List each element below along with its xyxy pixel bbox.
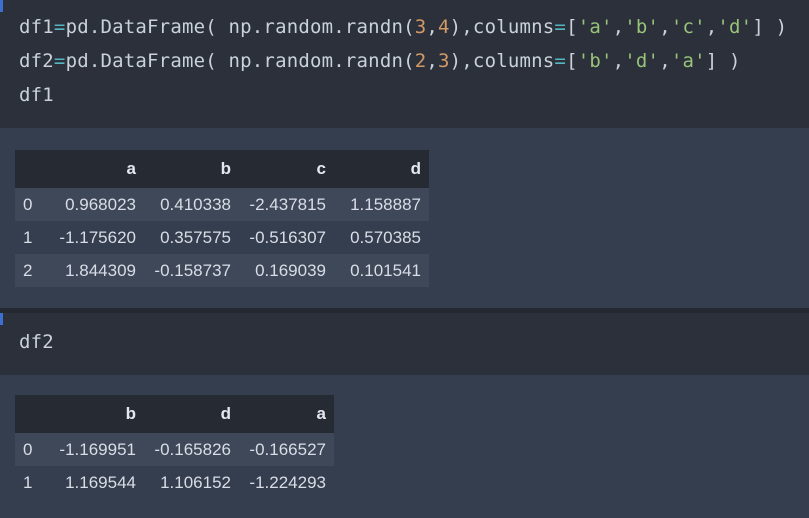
code-cell-1[interactable]: df1=pd.DataFrame( np.random.randn(3,4),c… — [0, 0, 809, 128]
row-index: 1 — [15, 221, 49, 254]
code-token: 'c' — [670, 16, 706, 38]
code-token: df1 — [19, 84, 54, 106]
table-header-row: b d a — [15, 395, 334, 433]
column-header: a — [239, 395, 334, 433]
table-cell: -1.224293 — [239, 466, 334, 499]
code-token: df1 — [19, 16, 54, 38]
row-index: 1 — [15, 466, 49, 499]
code-token: 2 — [414, 50, 427, 72]
code-cell-2[interactable]: df2 — [0, 313, 809, 375]
table-cell: 0.357575 — [144, 221, 239, 254]
code-token: , — [659, 16, 671, 38]
column-header — [15, 395, 49, 433]
column-header: a — [49, 150, 144, 188]
dataframe-table-df1: a b c d 0 0.968023 0.410338 -2.437815 1.… — [15, 150, 429, 287]
output-area-2: b d a 0 -1.169951 -0.165826 -0.166527 1 … — [0, 375, 809, 518]
code-token: 'd' — [624, 50, 660, 72]
code-token: pd.DataFrame( np.random.randn( — [65, 50, 415, 72]
code-token: , — [426, 50, 439, 72]
table-cell: -1.169951 — [49, 433, 144, 466]
code-token: = — [554, 16, 567, 38]
code-token: 'b' — [577, 50, 613, 72]
code-token: , — [612, 50, 625, 72]
code-token: = — [53, 50, 66, 72]
code-token: df2 — [19, 331, 54, 353]
code-token: 'b' — [624, 16, 660, 38]
code-token: [ — [566, 16, 578, 38]
column-header: c — [239, 150, 334, 188]
code-token: , — [705, 16, 718, 38]
code-token: = — [53, 16, 66, 38]
code-token: 3 — [414, 16, 427, 38]
code-line[interactable]: df1=pd.DataFrame( np.random.randn(3,4),c… — [19, 18, 787, 37]
code-token: 'a' — [577, 16, 613, 38]
code-token: ),columns — [449, 16, 555, 38]
code-token: ] ) — [752, 16, 788, 38]
table-cell: 1.844309 — [49, 254, 144, 287]
table-row: 2 1.844309 -0.158737 0.169039 0.101541 — [15, 254, 429, 287]
cell-edge-marker — [0, 0, 3, 12]
code-line[interactable]: df2 — [19, 333, 54, 352]
dataframe-table-df2: b d a 0 -1.169951 -0.165826 -0.166527 1 … — [15, 395, 334, 499]
row-index: 0 — [15, 188, 49, 221]
code-line[interactable]: df1 — [19, 86, 54, 105]
table-cell: -0.166527 — [239, 433, 334, 466]
table-row: 1 -1.175620 0.357575 -0.516307 0.570385 — [15, 221, 429, 254]
row-index: 2 — [15, 254, 49, 287]
column-header: b — [144, 150, 239, 188]
table-row: 0 -1.169951 -0.165826 -0.166527 — [15, 433, 334, 466]
table-cell: -2.437815 — [239, 188, 334, 221]
column-header: d — [144, 395, 239, 433]
table-cell: 0.968023 — [49, 188, 144, 221]
code-token: 4 — [438, 16, 450, 38]
code-token: ] ) — [705, 50, 741, 72]
output-area-1: a b c d 0 0.968023 0.410338 -2.437815 1.… — [0, 128, 809, 308]
table-cell: -0.516307 — [239, 221, 334, 254]
table-row: 0 0.968023 0.410338 -2.437815 1.158887 — [15, 188, 429, 221]
table-cell: 0.570385 — [334, 221, 429, 254]
table-cell: 1.106152 — [144, 466, 239, 499]
code-token: df2 — [19, 50, 54, 72]
code-token: 3 — [438, 50, 450, 72]
code-token: ),columns — [449, 50, 555, 72]
table-cell: 0.410338 — [144, 188, 239, 221]
code-token: 'a' — [670, 50, 706, 72]
table-cell: 1.158887 — [334, 188, 429, 221]
table-cell: 1.169544 — [49, 466, 144, 499]
code-token: , — [612, 16, 625, 38]
table-row: 1 1.169544 1.106152 -1.224293 — [15, 466, 334, 499]
code-token: , — [426, 16, 439, 38]
table-cell: -1.175620 — [49, 221, 144, 254]
code-token: [ — [566, 50, 578, 72]
row-index: 0 — [15, 433, 49, 466]
code-token: pd.DataFrame( np.random.randn( — [65, 16, 415, 38]
table-header-row: a b c d — [15, 150, 429, 188]
code-token: = — [554, 50, 567, 72]
column-header: d — [334, 150, 429, 188]
table-cell: -0.165826 — [144, 433, 239, 466]
code-token: 'd' — [717, 16, 753, 38]
table-cell: 0.169039 — [239, 254, 334, 287]
table-cell: -0.158737 — [144, 254, 239, 287]
column-header — [15, 150, 49, 188]
cell-edge-marker — [0, 313, 3, 325]
code-line[interactable]: df2=pd.DataFrame( np.random.randn(2,3),c… — [19, 52, 741, 71]
table-cell: 0.101541 — [334, 254, 429, 287]
column-header: b — [49, 395, 144, 433]
code-token: , — [659, 50, 671, 72]
